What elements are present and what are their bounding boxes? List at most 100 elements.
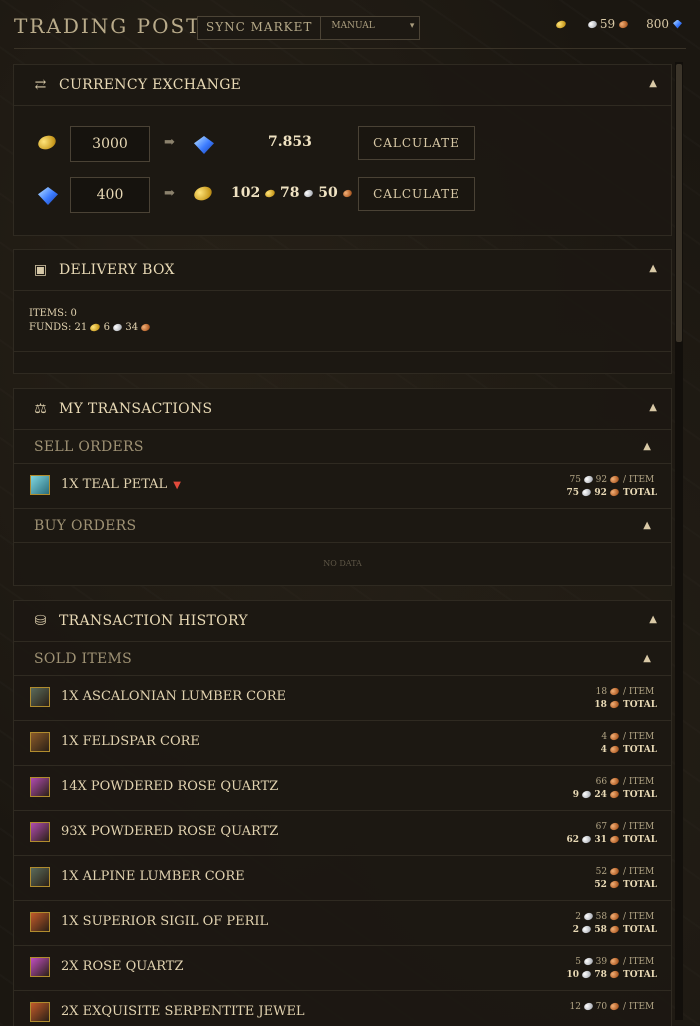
no-data-text: NO DATA [323, 559, 362, 568]
gold-coin-icon [264, 188, 277, 198]
unit-copper: 4 [601, 732, 608, 742]
arrow-right-icon: ➡ [164, 186, 175, 201]
item-icon [30, 867, 50, 887]
funds-copper: 34 [125, 322, 139, 333]
unit-copper: 92 [595, 475, 608, 485]
gem-amount-input[interactable]: 400 [70, 177, 150, 213]
delivery-box-header[interactable]: ▣ DELIVERY BOX ▲ [14, 250, 671, 291]
silver-coin-icon [582, 474, 594, 485]
item-name: 93X POWDERED ROSE QUARTZ [61, 824, 279, 839]
sell-order-row[interactable]: 1X TEAL PETAL ▼ 75 92 / ITEM 75 92 TOTAL [14, 464, 671, 509]
panel-title: MY TRANSACTIONS [59, 401, 213, 417]
sold-items-list: 1X ASCALONIAN LUMBER CORE 18 / ITEM 18 TOT… [14, 676, 671, 1026]
unit-copper: 70 [595, 1002, 608, 1012]
collapse-icon[interactable]: ▲ [649, 402, 657, 413]
collapse-icon[interactable]: ▲ [649, 78, 657, 89]
unit-silver: 75 [569, 475, 581, 485]
total-copper: 52 [594, 880, 607, 890]
sold-items-header[interactable]: SOLD ITEMS ▲ [14, 642, 671, 676]
item-name: 2X ROSE QUARTZ [61, 959, 184, 974]
gold-coin-icon [89, 322, 102, 333]
collapse-icon[interactable]: ▲ [643, 653, 651, 664]
silver-coin-icon [581, 789, 593, 800]
total-copper: 92 [594, 488, 607, 498]
item-name-text: 1X TEAL PETAL [61, 477, 168, 492]
exchange-row-gold-to-gems: 3000 ➡ 7.853 CALCULATE [14, 126, 671, 162]
item-name: 1X TEAL PETAL ▼ [61, 477, 181, 492]
gold-coin-icon [554, 19, 567, 29]
item-name: 1X FELDSPAR CORE [61, 734, 200, 749]
teal-petal-icon [30, 475, 50, 495]
sold-item-row[interactable]: 1X ALPINE LUMBER CORE 52 / ITEM 52 TOTAL [14, 856, 671, 901]
arrow-right-icon: ➡ [164, 135, 175, 150]
sold-item-row[interactable]: 14X POWDERED ROSE QUARTZ 66 / ITEM 9 24 TO… [14, 766, 671, 811]
transaction-history-panel: ⛁ TRANSACTION HISTORY ▲ SOLD ITEMS ▲ 1X … [13, 600, 672, 1026]
total-copper: 58 [594, 925, 607, 935]
top-bar: TRADING POST SYNC MARKET MANUAL ▾ 59 800 [0, 0, 700, 52]
item-price: 52 / ITEM 52 TOTAL [594, 866, 657, 892]
gem-icon [194, 136, 214, 154]
per-item-label: / ITEM [623, 732, 655, 742]
result-gold: 102 [231, 185, 261, 201]
silver-coin-icon [581, 834, 593, 845]
wallet: 59 800 [554, 17, 682, 31]
sold-item-row[interactable]: 2X EXQUISITE SERPENTITE JEWEL 12 70 / ITE… [14, 991, 671, 1026]
sold-item-row[interactable]: 1X ASCALONIAN LUMBER CORE 18 / ITEM 18 TOT… [14, 676, 671, 721]
buy-orders-header[interactable]: BUY ORDERS ▲ [14, 509, 671, 543]
silver-coin-icon [581, 969, 593, 980]
mode-select[interactable]: MANUAL ▾ [321, 17, 419, 39]
per-item-label: / ITEM [623, 777, 655, 787]
gold-amount-input[interactable]: 3000 [70, 126, 150, 162]
price-down-icon: ▼ [173, 480, 181, 491]
calculate-button[interactable]: CALCULATE [358, 126, 475, 160]
currency-exchange-header[interactable]: ⇄ CURRENCY EXCHANGE ▲ [14, 65, 671, 106]
collapse-icon[interactable]: ▲ [649, 614, 657, 625]
sync-controls: SYNC MARKET MANUAL ▾ [197, 16, 421, 40]
total-copper: 78 [594, 970, 607, 980]
item-icon [30, 687, 50, 707]
transaction-history-header[interactable]: ⛁ TRANSACTION HISTORY ▲ [14, 601, 671, 642]
item-icon [30, 732, 50, 752]
silver-coin-icon [582, 1001, 594, 1012]
funds-silver: 6 [103, 322, 111, 333]
item-name: 1X ASCALONIAN LUMBER CORE [61, 689, 287, 704]
wallet-silver: 59 [599, 17, 616, 31]
total-silver: 62 [566, 835, 580, 845]
total-copper: 31 [594, 835, 607, 845]
item-price: 5 39 / ITEM 10 78 TOTAL [567, 956, 657, 982]
total-label: TOTAL [623, 880, 658, 890]
calculate-button[interactable]: CALCULATE [358, 177, 475, 211]
panel-title: DELIVERY BOX [59, 262, 175, 278]
exchange-icon: ⇄ [34, 77, 47, 93]
per-item-label: / ITEM [623, 822, 655, 832]
total-label: TOTAL [623, 488, 658, 498]
collapse-icon[interactable]: ▲ [643, 441, 651, 452]
sold-item-row[interactable]: 2X ROSE QUARTZ 5 39 / ITEM 10 78 TOTAL [14, 946, 671, 991]
collapse-icon[interactable]: ▲ [649, 263, 657, 274]
delivery-info: ITEMS: 0 FUNDS: 21 6 34 [29, 307, 152, 335]
sold-item-row[interactable]: 93X POWDERED ROSE QUARTZ 67 / ITEM 62 31 T… [14, 811, 671, 856]
unit-copper: 18 [595, 687, 608, 697]
divider [14, 351, 671, 352]
scrollbar-thumb[interactable] [676, 64, 682, 342]
silver-coin-icon [582, 911, 594, 922]
item-name: 14X POWDERED ROSE QUARTZ [61, 779, 279, 794]
total-label: TOTAL [623, 835, 658, 845]
per-item-label: / ITEM [623, 867, 655, 877]
total-silver: 10 [566, 970, 580, 980]
gold-coin-icon [36, 133, 58, 152]
item-icon [30, 912, 50, 932]
sell-orders-header[interactable]: SELL ORDERS ▲ [14, 430, 671, 464]
item-price: 4 / ITEM 4 TOTAL [601, 731, 657, 757]
copper-coin-icon [140, 322, 152, 333]
collapse-icon[interactable]: ▲ [643, 520, 651, 531]
total-label: TOTAL [623, 745, 658, 755]
total-label: TOTAL [623, 925, 658, 935]
sync-market-button[interactable]: SYNC MARKET [198, 17, 322, 39]
currency-exchange-panel: ⇄ CURRENCY EXCHANGE ▲ 3000 ➡ 7.853 CALCU… [13, 64, 672, 236]
my-transactions-header[interactable]: ⚖ MY TRANSACTIONS ▲ [14, 389, 671, 430]
box-icon: ▣ [33, 262, 48, 278]
sold-item-row[interactable]: 1X FELDSPAR CORE 4 / ITEM 4 TOTAL [14, 721, 671, 766]
silver-coin-icon [581, 924, 593, 935]
sold-item-row[interactable]: 1X SUPERIOR SIGIL OF PERIL 2 58 / ITEM 2 5… [14, 901, 671, 946]
